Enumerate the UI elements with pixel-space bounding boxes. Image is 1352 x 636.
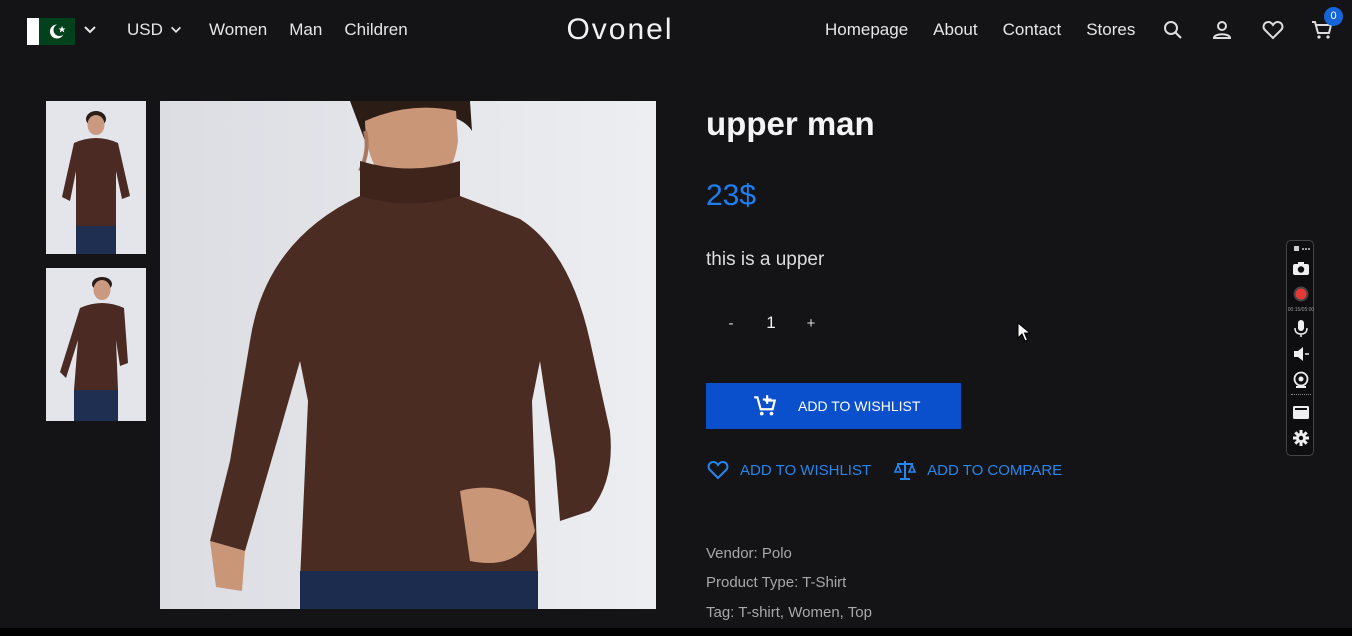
add-to-wishlist-label: ADD TO WISHLIST	[740, 461, 872, 479]
settings-gear-icon[interactable]	[1292, 429, 1310, 447]
product-actions: ADD TO WISHLIST ADD TO COMPARE	[706, 458, 1062, 482]
add-to-cart-icon	[754, 395, 777, 416]
top-navigation: USD Women Man Children Ovonel Homepage A…	[0, 0, 1352, 64]
nav-item-stores[interactable]: Stores	[1086, 20, 1135, 40]
add-to-compare-link[interactable]: ADD TO COMPARE	[893, 458, 1062, 482]
add-to-cart-button[interactable]: ADD TO WISHLIST	[706, 383, 961, 429]
user-icon[interactable]	[1210, 18, 1234, 42]
webcam-icon[interactable]	[1292, 371, 1310, 389]
product-title: upper man	[706, 105, 875, 142]
quantity-increase-button[interactable]: +	[786, 315, 836, 332]
microphone-icon[interactable]	[1292, 319, 1310, 337]
search-icon[interactable]	[1161, 18, 1185, 42]
heart-icon[interactable]	[1261, 18, 1285, 42]
scale-compare-icon	[893, 461, 917, 480]
product-thumbnail-1[interactable]	[46, 101, 146, 254]
bottom-edge-bar	[0, 628, 1352, 636]
quantity-decrease-button[interactable]: -	[706, 315, 756, 332]
add-to-wishlist-link[interactable]: ADD TO WISHLIST	[706, 458, 871, 482]
add-to-cart-label: ADD TO WISHLIST	[798, 398, 921, 414]
product-vendor: Vendor: Polo	[706, 545, 792, 562]
screen-region-icon[interactable]	[1292, 403, 1310, 421]
product-description: this is a upper	[706, 249, 825, 270]
product-price: 23$	[706, 179, 757, 212]
product-photo-thumbnail	[46, 101, 146, 254]
cart-count-badge: 0	[1324, 7, 1343, 26]
add-to-compare-label: ADD TO COMPARE	[927, 461, 1063, 479]
product-tags: Tag: T-shirt, Women, Top	[706, 604, 872, 621]
recording-timer: 00:15/05:00	[1287, 307, 1315, 313]
product-photo	[160, 101, 656, 609]
nav-right: Homepage About Contact Stores	[825, 20, 1135, 40]
product-type: Product Type: T-Shirt	[706, 574, 847, 591]
record-icon[interactable]	[1292, 285, 1310, 303]
toolbar-divider	[1291, 394, 1311, 395]
quantity-stepper: - 1 +	[706, 313, 836, 333]
product-thumbnail-2[interactable]	[46, 268, 146, 421]
nav-item-about[interactable]: About	[933, 20, 977, 40]
camera-icon[interactable]	[1292, 259, 1310, 277]
nav-item-contact[interactable]: Contact	[1003, 20, 1062, 40]
nav-item-homepage[interactable]: Homepage	[825, 20, 908, 40]
speaker-icon[interactable]	[1292, 345, 1310, 363]
screen-recorder-toolbar: 00:15/05:00	[1286, 240, 1314, 456]
mouse-cursor-icon	[1017, 322, 1031, 342]
heart-icon	[707, 460, 729, 480]
product-photo-thumbnail	[46, 268, 146, 421]
quantity-value[interactable]: 1	[756, 313, 786, 333]
product-main-image[interactable]	[160, 101, 656, 609]
more-options-icon[interactable]	[1292, 243, 1310, 255]
